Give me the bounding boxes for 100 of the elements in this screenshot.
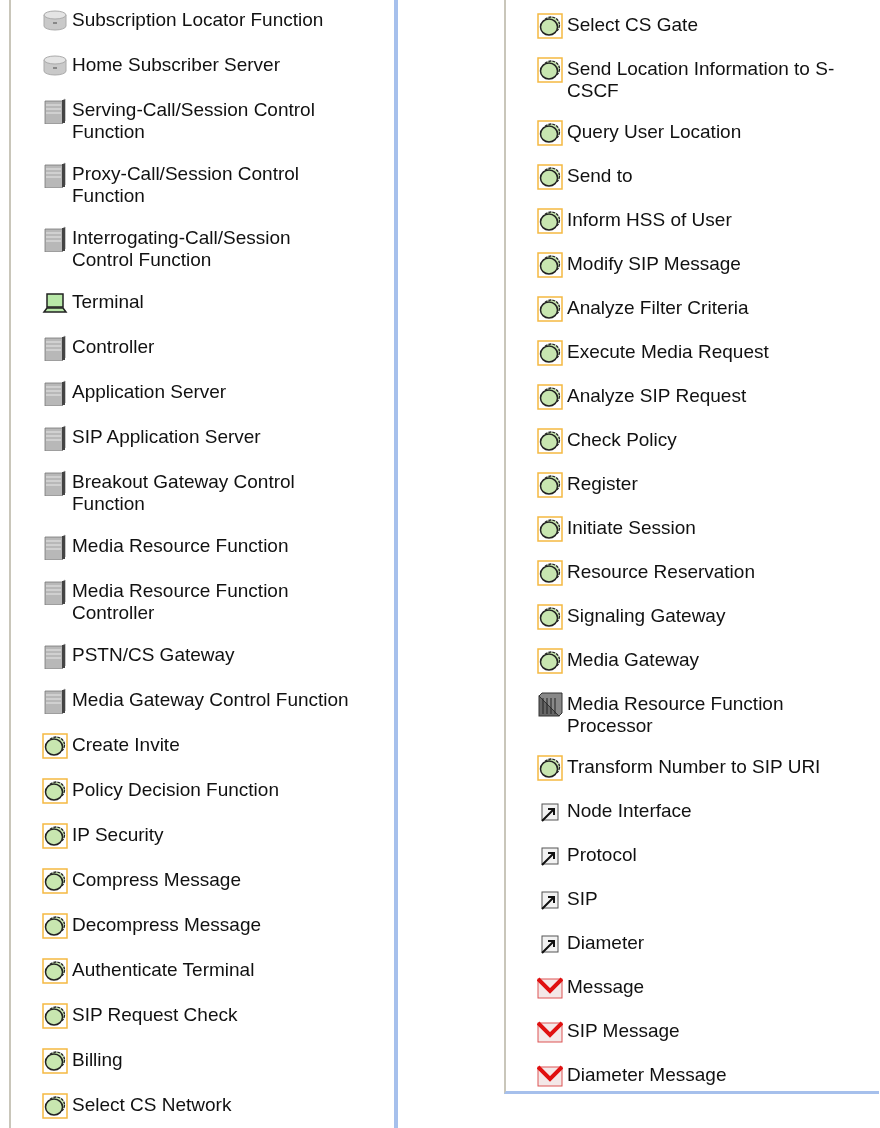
server-icon	[42, 226, 68, 252]
palette-item[interactable]: Signaling Gateway	[506, 604, 879, 630]
item-label: Inform HSS of User	[567, 208, 732, 231]
item-label: Media Resource Function Controller	[72, 579, 289, 624]
palette-item[interactable]: Media Resource Function Processor	[506, 692, 879, 737]
server-icon	[42, 470, 68, 496]
palette-item[interactable]: SIP Request Check	[11, 1003, 394, 1029]
palette-item[interactable]: Diameter Message	[506, 1063, 879, 1089]
palette-item[interactable]: Breakout Gateway Control Function	[11, 470, 394, 515]
item-label: SIP Message	[567, 1019, 680, 1042]
item-label: Diameter Message	[567, 1063, 727, 1086]
palette-item[interactable]: Controller	[11, 335, 394, 361]
envelope-icon	[537, 1063, 563, 1089]
palette-item[interactable]: SIP Application Server	[11, 425, 394, 451]
server-icon	[42, 688, 68, 714]
item-label: Subscription Locator Function	[72, 8, 324, 31]
item-label: Decompress Message	[72, 913, 262, 936]
palette-item[interactable]: Interrogating-Call/Session Control Function	[11, 226, 394, 271]
item-label: Initiate Session	[567, 516, 696, 539]
item-label: Authenticate Terminal	[72, 958, 255, 981]
database-icon	[42, 8, 68, 34]
item-label: Create Invite	[72, 733, 180, 756]
palette-item[interactable]: Transform Number to SIP URI	[506, 755, 879, 781]
item-label: Terminal	[72, 290, 144, 313]
item-label: Home Subscriber Server	[72, 53, 281, 76]
palette-item[interactable]: Decompress Message	[11, 913, 394, 939]
palette-item[interactable]: Register	[506, 472, 879, 498]
item-label: Diameter	[567, 931, 645, 954]
server-icon	[42, 335, 68, 361]
item-label: IP Security	[72, 823, 164, 846]
palette-item[interactable]: IP Security	[11, 823, 394, 849]
palette-item[interactable]: Send Location Information to S- CSCF	[506, 57, 879, 102]
palette-item[interactable]: Send to	[506, 164, 879, 190]
item-label: SIP Application Server	[72, 425, 261, 448]
palette-item[interactable]: Media Resource Function	[11, 534, 394, 560]
server-icon	[42, 579, 68, 605]
item-label: Execute Media Request	[567, 340, 769, 363]
palette-item[interactable]: Initiate Session	[506, 516, 879, 542]
server-icon	[42, 425, 68, 451]
server-icon	[42, 98, 68, 124]
item-label: Message	[567, 975, 645, 998]
palette-item[interactable]: Inform HSS of User	[506, 208, 879, 234]
palette-item[interactable]: Execute Media Request	[506, 340, 879, 366]
item-label: Interrogating-Call/Session Control Function	[72, 226, 291, 271]
palette-item[interactable]: Serving-Call/Session Control Function	[11, 98, 394, 143]
palette-item[interactable]: Resource Reservation	[506, 560, 879, 586]
server-icon	[42, 162, 68, 188]
palette-item[interactable]: Subscription Locator Function	[11, 8, 394, 34]
item-label: SIP Request Check	[72, 1003, 238, 1026]
palette-item[interactable]: Analyze SIP Request	[506, 384, 879, 410]
palette-item[interactable]: Modify SIP Message	[506, 252, 879, 278]
item-label: Signaling Gateway	[567, 604, 726, 627]
palette-item[interactable]: Query User Location	[506, 120, 879, 146]
palette-item[interactable]: Compress Message	[11, 868, 394, 894]
item-label: Register	[567, 472, 638, 495]
item-label: Serving-Call/Session Control Function	[72, 98, 315, 143]
palette-item[interactable]: Media Resource Function Controller	[11, 579, 394, 624]
palette-item[interactable]: Home Subscriber Server	[11, 53, 394, 79]
item-label: Protocol	[567, 843, 637, 866]
server-icon	[42, 534, 68, 560]
palette-item[interactable]: SIP	[506, 887, 879, 913]
palette-item[interactable]: Check Policy	[506, 428, 879, 454]
palette-item[interactable]: Message	[506, 975, 879, 1001]
palette-item[interactable]: PSTN/CS Gateway	[11, 643, 394, 669]
item-label: Analyze Filter Criteria	[567, 296, 749, 319]
item-label: Billing	[72, 1048, 123, 1071]
palette-item[interactable]: Select CS Network	[11, 1093, 394, 1119]
palette-item[interactable]: Terminal	[11, 290, 394, 316]
item-label: Controller	[72, 335, 155, 358]
palette-item[interactable]: Create Invite	[11, 733, 394, 759]
item-label: SIP	[567, 887, 598, 910]
item-label: Resource Reservation	[567, 560, 755, 583]
item-label: Check Policy	[567, 428, 677, 451]
item-label: Media Resource Function	[72, 534, 289, 557]
palette-item[interactable]: Select CS Gate	[506, 13, 879, 39]
palette-item[interactable]: Media Gateway Control Function	[11, 688, 394, 714]
laptop-icon	[42, 290, 68, 316]
item-label: Query User Location	[567, 120, 742, 143]
envelope-icon	[537, 975, 563, 1001]
item-label: Application Server	[72, 380, 227, 403]
item-label: Analyze SIP Request	[567, 384, 747, 407]
server-icon	[42, 380, 68, 406]
item-label: Breakout Gateway Control Function	[72, 470, 295, 515]
palette-item[interactable]: Media Gateway	[506, 648, 879, 674]
database-icon	[42, 53, 68, 79]
palette-item[interactable]: Analyze Filter Criteria	[506, 296, 879, 322]
item-label: Proxy-Call/Session Control Function	[72, 162, 300, 207]
palette-item[interactable]: Proxy-Call/Session Control Function	[11, 162, 394, 207]
item-label: Select CS Gate	[567, 13, 698, 36]
item-label: Send Location Information to S- CSCF	[567, 57, 835, 102]
palette-item[interactable]: Application Server	[11, 380, 394, 406]
palette-item[interactable]: Protocol	[506, 843, 879, 869]
palette-item[interactable]: Policy Decision Function	[11, 778, 394, 804]
palette-item[interactable]: SIP Message	[506, 1019, 879, 1045]
palette-item[interactable]: Billing	[11, 1048, 394, 1074]
palette-item[interactable]: Node Interface	[506, 799, 879, 825]
palette-item[interactable]: Authenticate Terminal	[11, 958, 394, 984]
item-label: Transform Number to SIP URI	[567, 755, 821, 778]
item-label: Media Resource Function Processor	[567, 692, 784, 737]
palette-item[interactable]: Diameter	[506, 931, 879, 957]
